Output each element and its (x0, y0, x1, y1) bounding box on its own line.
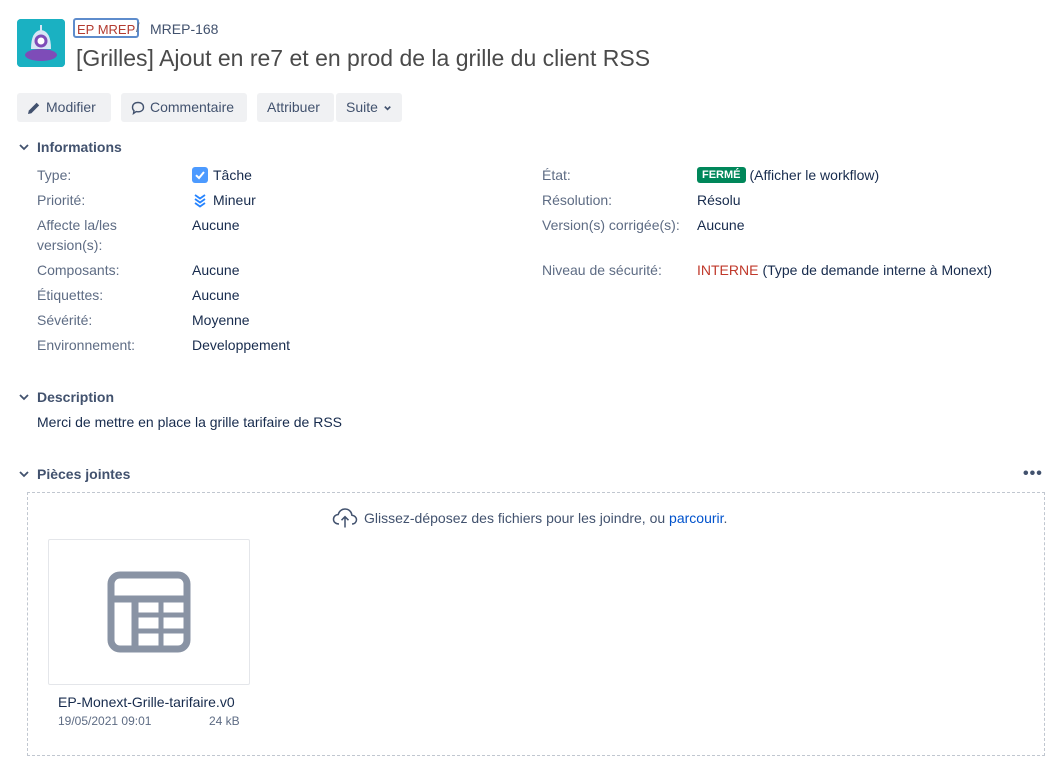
severity-label: Sévérité: (37, 312, 93, 328)
fix-versions-value: Aucune (697, 217, 745, 233)
environment-label: Environnement: (37, 337, 136, 353)
security-level-label: Niveau de sécurité: (542, 262, 662, 278)
chevron-down-icon (384, 105, 391, 111)
affects-versions-label-line2: version(s): (37, 237, 103, 253)
details-section-toggle[interactable]: Informations (17, 137, 122, 157)
dropzone-message: Glissez-déposez des fichiers pour les jo… (332, 507, 727, 529)
edit-button[interactable]: Modifier (17, 93, 111, 122)
attachment-size: 24 kB (209, 714, 240, 728)
components-value: Aucune (192, 262, 240, 278)
security-level-value: INTERNE (Type de demande interne à Monex… (697, 260, 992, 280)
status-value: FERMÉ (Afficher le workflow) (697, 165, 879, 185)
view-workflow-link[interactable]: (Afficher le workflow) (750, 165, 880, 185)
type-value-text: Tâche (213, 167, 252, 183)
affects-versions-label-line1: Affecte la/les (37, 217, 117, 233)
edit-button-label: Modifier (46, 99, 96, 115)
description-text: Merci de mettre en place la grille tarif… (37, 414, 343, 430)
type-value: Tâche (192, 165, 252, 185)
priority-value-text: Mineur (213, 192, 256, 208)
comment-button[interactable]: Commentaire (121, 93, 247, 122)
breadcrumb-issue-key[interactable]: MREP-168 (150, 19, 218, 39)
chevron-down-icon (19, 471, 29, 478)
chevron-down-icon (19, 394, 29, 401)
labels-value: Aucune (192, 287, 240, 303)
more-actions-label: Suite (346, 99, 378, 115)
security-level-name: INTERNE (697, 262, 759, 278)
task-checkbox-icon (192, 167, 208, 183)
pencil-icon (28, 102, 40, 114)
assign-button-label: Attribuer (267, 99, 320, 115)
security-level-detail: (Type de demande interne à Monext) (762, 262, 993, 278)
comment-button-label: Commentaire (150, 99, 235, 115)
resolution-value: Résolu (697, 192, 741, 208)
attachment-date: 19/05/2021 09:01 (58, 714, 152, 728)
project-avatar-icon (17, 19, 65, 67)
affects-versions-label: Affecte la/les version(s): (37, 215, 117, 255)
environment-value: Developpement (192, 337, 291, 353)
attachment-thumbnail[interactable] (48, 539, 250, 685)
dropzone-period: . (723, 510, 728, 526)
issue-title: [Grilles] Ajout en re7 et en prod de la … (76, 45, 651, 71)
severity-value: Moyenne (192, 312, 250, 328)
breadcrumb-project[interactable]: EP MREP (73, 18, 140, 38)
browse-files-link[interactable]: parcourir (669, 510, 723, 526)
components-label: Composants: (37, 262, 120, 278)
attachments-more-button[interactable]: ••• (1023, 465, 1043, 483)
status-label: État: (542, 167, 571, 183)
more-actions-button[interactable]: Suite (336, 93, 402, 122)
spreadsheet-icon (107, 571, 191, 653)
dropzone-text: Glissez-déposez des fichiers pour les jo… (364, 510, 666, 526)
breadcrumb-separator: / (136, 20, 140, 35)
attachments-section-title: Pièces jointes (37, 466, 131, 482)
description-section-title: Description (37, 389, 115, 405)
priority-value: Mineur (192, 190, 256, 210)
status-badge: FERMÉ (697, 167, 746, 183)
fix-versions-label: Version(s) corrigée(s): (542, 217, 680, 233)
labels-label: Étiquettes: (37, 287, 104, 303)
attachment-file-name[interactable]: EP-Monext-Grille-tarifaire.v0 (58, 692, 238, 712)
assign-button[interactable]: Attribuer (257, 93, 334, 122)
priority-label: Priorité: (37, 192, 86, 208)
chevron-down-icon (19, 144, 29, 151)
type-label: Type: (37, 167, 72, 183)
cloud-upload-icon (332, 508, 358, 528)
description-section-toggle[interactable]: Description (17, 387, 114, 407)
priority-minor-icon (194, 194, 206, 208)
attachments-section-toggle[interactable]: Pièces jointes (17, 464, 130, 484)
affects-versions-value: Aucune (192, 217, 240, 233)
project-avatar[interactable] (17, 19, 65, 67)
comment-icon (131, 101, 145, 115)
resolution-label: Résolution: (542, 192, 613, 208)
details-section-title: Informations (37, 139, 122, 155)
